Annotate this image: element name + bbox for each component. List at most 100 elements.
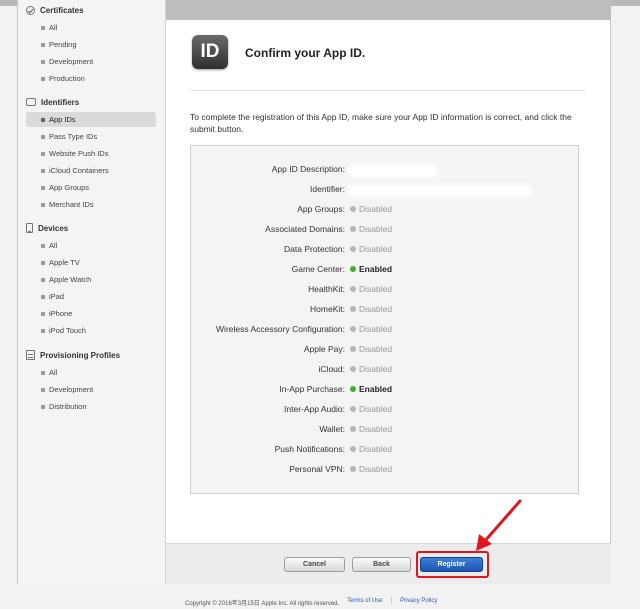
detail-value: Disabled: [350, 444, 392, 454]
sidebar-item-development[interactable]: Development: [26, 54, 156, 69]
status-text: Disabled: [359, 404, 393, 414]
sidebar-item-label: Website Push IDs: [49, 149, 109, 158]
profile-icon: [26, 350, 35, 360]
sidebar-item-pass-type-ids[interactable]: Pass Type IDs: [26, 129, 156, 144]
detail-label: Apple Pay:: [303, 344, 345, 354]
detail-row: In-App Purchase: Enabled: [190, 384, 579, 398]
sidebar-item-website-push-ids[interactable]: Website Push IDs: [26, 146, 156, 161]
detail-row: Associated Domains: Disabled: [190, 224, 579, 238]
sidebar-item-iphone[interactable]: iPhone: [26, 306, 156, 321]
detail-value: Disabled: [350, 304, 392, 314]
status-text: Disabled: [359, 444, 393, 454]
detail-label: Push Notifications:: [274, 444, 345, 454]
cancel-button[interactable]: Cancel: [284, 557, 345, 572]
status-dot-icon: [350, 386, 356, 392]
sidebar-item-label: Development: [49, 57, 94, 66]
status-dot-icon: [350, 466, 356, 472]
detail-label: Associated Domains:: [265, 224, 345, 234]
sidebar-item-label: Apple TV: [49, 258, 80, 267]
sidebar-item-label: Development: [49, 385, 94, 394]
detail-row: Apple Pay: Disabled: [190, 344, 579, 358]
sidebar-item-production[interactable]: Production: [26, 71, 156, 86]
sidebar-item-label: Pass Type IDs: [49, 132, 98, 141]
id-icon: [26, 98, 36, 106]
section-title: Devices: [38, 223, 69, 233]
status-dot-icon: [350, 446, 356, 452]
status-text: Disabled: [359, 324, 393, 334]
detail-row: Wireless Accessory Configuration: Disable…: [190, 324, 579, 338]
section-devices[interactable]: Devices: [26, 222, 68, 234]
sidebar-item-label: All: [49, 23, 58, 32]
certificate-icon: [26, 5, 35, 15]
sidebar-item-label: iPad: [49, 292, 65, 301]
sidebar-item-profiles-all[interactable]: All: [26, 365, 156, 380]
detail-label: Identifier:: [310, 184, 345, 194]
detail-row: App ID Description:: [190, 164, 579, 178]
detail-row: Push Notifications: Disabled: [190, 444, 579, 458]
sidebar-item-apple-tv[interactable]: Apple TV: [26, 255, 156, 270]
sidebar-item-apple-watch[interactable]: Apple Watch: [26, 272, 156, 287]
section-identifiers[interactable]: Identifiers: [26, 96, 79, 108]
app-id-icon: ID: [192, 35, 228, 69]
sidebar-item-merchant-ids[interactable]: Merchant IDs: [26, 197, 156, 212]
sidebar-item-pending[interactable]: Pending: [26, 37, 156, 52]
status-dot-icon: [350, 246, 356, 252]
sidebar-item-label: Apple Watch: [49, 275, 92, 284]
detail-value: Disabled: [350, 324, 392, 334]
privacy-link[interactable]: Privacy Policy: [400, 598, 437, 607]
detail-label: Game Center:: [291, 264, 345, 274]
status-text: Disabled: [359, 304, 393, 314]
detail-label: Inter-App Audio:: [284, 404, 345, 414]
sidebar-item-app-ids[interactable]: App IDs: [26, 112, 156, 127]
detail-row: iCloud: Disabled: [190, 364, 579, 378]
status-dot-icon: [350, 326, 356, 332]
sidebar-item-app-groups[interactable]: App Groups: [26, 180, 156, 195]
sidebar-item-devices-all[interactable]: All: [26, 238, 156, 253]
detail-label: Data Protection:: [284, 244, 345, 254]
detail-value: Disabled: [350, 464, 392, 474]
sidebar-item-label: Distribution: [49, 402, 87, 411]
sidebar-item-ipad[interactable]: iPad: [26, 289, 156, 304]
status-dot-icon: [350, 226, 356, 232]
register-highlight-box: [416, 551, 489, 578]
red-arrow-icon: [476, 499, 522, 551]
sidebar-item-label: iPhone: [49, 309, 73, 318]
sidebar-item-certificates-all[interactable]: All: [26, 20, 156, 35]
sidebar-item-label: iPod Touch: [49, 326, 86, 335]
section-title: Identifiers: [41, 97, 80, 107]
main-header-bar: [166, 0, 611, 20]
detail-label: App ID Description:: [271, 164, 345, 174]
status-text: Disabled: [359, 284, 393, 294]
detail-row: Inter-App Audio: Disabled: [190, 404, 579, 418]
detail-row: HomeKit: Disabled: [190, 304, 579, 318]
sidebar-item-icloud-containers[interactable]: iCloud Containers: [26, 163, 156, 178]
back-button[interactable]: Back: [352, 557, 411, 572]
sidebar-item-ipod-touch[interactable]: iPod Touch: [26, 323, 156, 338]
sidebar-item-label: Pending: [49, 40, 77, 49]
status-text: Disabled: [359, 464, 393, 474]
sidebar-item-distribution[interactable]: Distribution: [26, 399, 156, 414]
detail-label: Wallet:: [319, 424, 345, 434]
sidebar-item-profiles-development[interactable]: Development: [26, 382, 156, 397]
detail-value: Disabled: [350, 204, 392, 214]
sidebar-item-label: Merchant IDs: [49, 200, 94, 209]
section-certificates[interactable]: Certificates: [26, 4, 84, 16]
status-text: Disabled: [359, 344, 393, 354]
detail-row: Personal VPN: Disabled: [190, 464, 579, 478]
section-title: Certificates: [40, 5, 84, 15]
detail-label: In-App Purchase:: [279, 384, 345, 394]
status-dot-icon: [350, 426, 356, 432]
footer: Copyright © 2016年3月15日 Apple Inc. All ri…: [185, 598, 437, 607]
status-dot-icon: [350, 266, 356, 272]
terms-link[interactable]: Terms of Use: [347, 598, 382, 607]
detail-value: Enabled: [350, 384, 392, 394]
sidebar-item-label: App Groups: [49, 183, 90, 192]
detail-row: Game Center: Enabled: [190, 264, 579, 278]
status-text: Disabled: [359, 224, 393, 234]
detail-label: HealthKit:: [308, 284, 345, 294]
copyright-text: Copyright © 2016年3月15日 Apple Inc. All ri…: [185, 601, 340, 607]
detail-label: Wireless Accessory Configuration:: [216, 324, 345, 334]
section-provisioning-profiles[interactable]: Provisioning Profiles: [26, 349, 120, 361]
sidebar-item-label: All: [49, 368, 58, 377]
status-text: Enabled: [359, 384, 393, 394]
